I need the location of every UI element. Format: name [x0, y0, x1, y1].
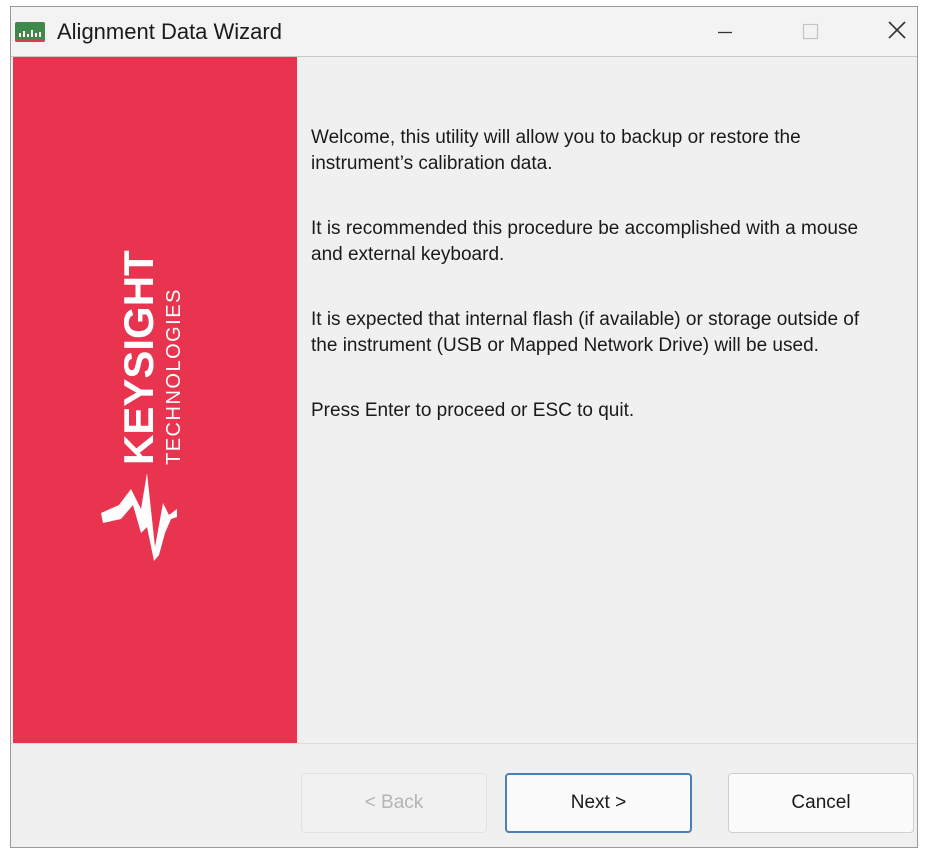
brand-name: KEYSIGHT	[115, 250, 162, 465]
close-icon	[888, 21, 906, 39]
next-button[interactable]: Next >	[505, 773, 692, 833]
instruction-paragraph: Press Enter to proceed or ESC to quit.	[311, 400, 635, 421]
welcome-paragraph: Welcome, this utility will allow you to …	[311, 127, 801, 174]
brand-subtitle: TECHNOLOGIES	[163, 288, 185, 465]
cancel-button[interactable]: Cancel	[728, 773, 914, 833]
brand-banner: KEYSIGHT TECHNOLOGIES	[13, 57, 297, 743]
app-icon	[15, 22, 45, 42]
storage-paragraph: It is expected that internal flash (if a…	[311, 309, 860, 356]
keysight-wave-logo	[101, 473, 177, 561]
close-button[interactable]	[866, 7, 917, 57]
recommendation-paragraph: It is recommended this procedure be acco…	[311, 218, 859, 265]
minimize-button[interactable]	[696, 7, 754, 57]
back-button[interactable]: < Back	[301, 773, 487, 833]
maximize-button[interactable]	[781, 7, 839, 57]
welcome-text: Welcome, this utility will allow you to …	[311, 125, 911, 424]
minimize-icon	[718, 31, 732, 34]
footer-divider	[11, 743, 917, 744]
title-bar[interactable]: Alignment Data Wizard	[11, 7, 917, 57]
wizard-window: Alignment Data Wizard KEYSIGHT TECHNOLOG…	[10, 6, 918, 848]
maximize-icon	[802, 23, 819, 40]
window-title: Alignment Data Wizard	[57, 19, 282, 44]
